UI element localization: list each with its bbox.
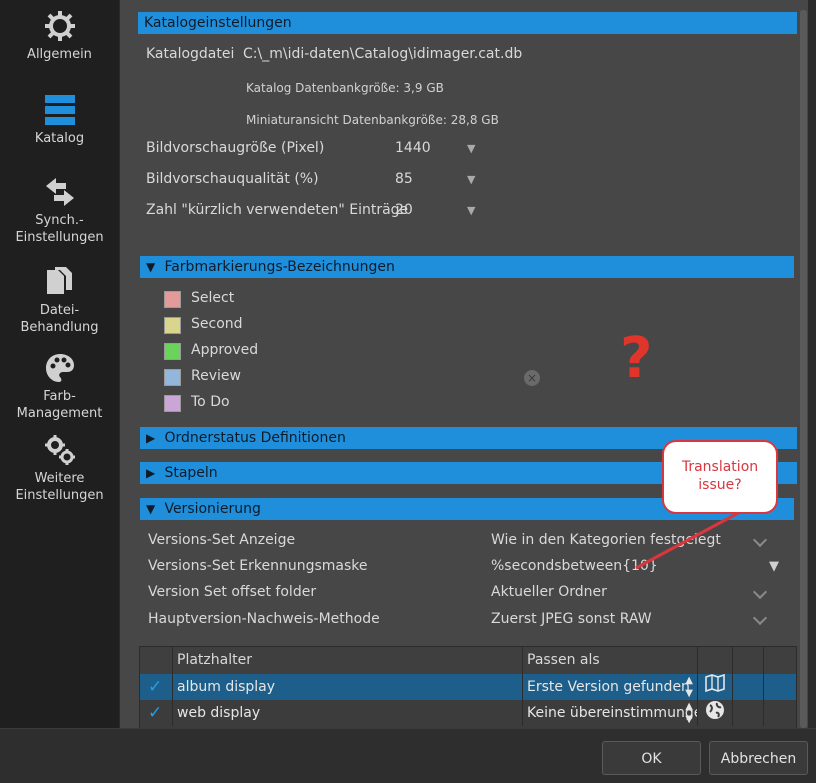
cancel-button[interactable]: Abbrechen [709, 741, 808, 775]
color-swatch-review[interactable] [164, 369, 181, 386]
match-value: Erste Version gefunden [527, 679, 690, 695]
caret-down-icon[interactable]: ▼ [467, 142, 475, 155]
table-header-match[interactable]: Passen als [523, 647, 698, 674]
sidebar-item-label: Katalog [34, 131, 85, 146]
question-mark-annotation: ? [620, 326, 653, 391]
version-set-mask-label: Versions-Set Erkennungsmaske [148, 558, 368, 574]
sidebar-item-farb[interactable]: Farb- Management [0, 352, 119, 422]
color-label-review[interactable]: Review [191, 368, 241, 384]
vertical-scrollbar[interactable] [800, 10, 807, 728]
section-header-color-labels[interactable]: ▼ Farbmarkierungs-Bezeichnungen [140, 256, 794, 278]
ok-button[interactable]: OK [602, 741, 701, 775]
section-header-catalog[interactable]: Katalogeinstellungen [138, 12, 797, 34]
color-label-todo[interactable]: To Do [191, 394, 230, 410]
catalog-file-path: C:\_m\idi-daten\Catalog\idimager.cat.db [243, 46, 523, 62]
album-icon[interactable] [698, 674, 733, 700]
section-title: Versionierung [164, 501, 261, 517]
version-offset-folder-value[interactable]: Aktueller Ordner [491, 584, 607, 600]
caret-down-icon[interactable]: ▼ [467, 204, 475, 217]
color-label-approved[interactable]: Approved [191, 342, 258, 358]
close-icon: × [524, 370, 540, 386]
sidebar-item-label: Weitere Einstellungen [15, 471, 104, 503]
table-header-icon[interactable] [698, 647, 733, 674]
catalog-icon [44, 95, 75, 125]
table-header-check[interactable] [140, 647, 173, 674]
triangle-down-icon: ▼ [146, 260, 156, 274]
gear-icon [44, 11, 75, 41]
triangle-right-icon: ▶ [146, 466, 156, 480]
sidebar-item-katalog[interactable]: Katalog [0, 94, 119, 147]
preferences-dialog: Allgemein Katalog Synch.- Einstellungen … [0, 0, 816, 783]
table-cell-empty [764, 700, 796, 726]
updown-icon[interactable]: ▲ ▼ [685, 700, 693, 726]
gears-icon [44, 435, 75, 465]
color-label-second[interactable]: Second [191, 316, 243, 332]
recent-entries-label: Zahl "kürzlich verwendeten" Einträge [146, 202, 409, 218]
catalog-db-size: Katalog Datenbankgröße: 3,9 GB [246, 81, 444, 95]
preview-quality-value[interactable]: 85 [395, 171, 413, 187]
table-cell-empty [764, 674, 796, 700]
sidebar-item-label: Synch.- Einstellungen [15, 213, 104, 245]
triangle-right-icon: ▶ [146, 431, 156, 445]
globe-icon[interactable] [698, 700, 733, 726]
table-cell-empty [733, 700, 764, 726]
sync-icon [45, 178, 74, 206]
table-header-extra[interactable] [764, 647, 796, 674]
table-cell-empty [733, 674, 764, 700]
file-icon [46, 267, 72, 294]
updown-icon[interactable]: ▲ ▼ [685, 674, 693, 700]
recent-entries-value[interactable]: 20 [395, 202, 413, 218]
checkmark-icon[interactable]: ✓ [140, 674, 173, 700]
sidebar-item-label: Datei- Behandlung [20, 303, 99, 335]
match-select[interactable]: Erste Version gefunden ▲ ▼ [523, 674, 698, 700]
placeholder-name: web display [173, 700, 523, 726]
checkmark-icon[interactable]: ✓ [140, 700, 173, 726]
main-version-method-label: Hauptversion-Nachweis-Methode [148, 611, 380, 627]
color-swatch-second[interactable] [164, 317, 181, 334]
placeholder-name: album display [173, 674, 523, 700]
main-version-method-value[interactable]: Zuerst JPEG sonst RAW [491, 611, 652, 627]
version-offset-folder-label: Version Set offset folder [148, 584, 317, 600]
version-set-display-label: Versions-Set Anzeige [148, 532, 296, 548]
section-title: Farbmarkierungs-Bezeichnungen [164, 259, 395, 275]
sidebar-item-label: Allgemein [27, 47, 92, 62]
sidebar-item-weitere[interactable]: Weitere Einstellungen [0, 434, 119, 504]
sidebar-item-label: Farb- Management [16, 389, 103, 421]
color-swatch-select[interactable] [164, 291, 181, 308]
annotation-callout: Translation issue? [662, 440, 778, 514]
thumbnail-db-size: Miniaturansicht Datenbankgröße: 28,8 GB [246, 113, 499, 127]
preview-size-value[interactable]: 1440 [395, 140, 431, 156]
caret-down-icon[interactable]: ▼ [467, 173, 475, 186]
sidebar-item-allgemein[interactable]: Allgemein [0, 10, 119, 63]
catalog-file-label: Katalogdatei [146, 46, 235, 62]
section-title: Katalogeinstellungen [144, 15, 292, 31]
sidebar-item-datei[interactable]: Datei- Behandlung [0, 266, 119, 336]
table-row[interactable]: ✓ album display Erste Version gefunden ▲… [140, 674, 796, 700]
placeholder-table: Platzhalter Passen als ✓ album display E… [139, 646, 797, 730]
preview-size-label: Bildvorschaugröße (Pixel) [146, 140, 325, 156]
table-header-placeholder[interactable]: Platzhalter [173, 647, 523, 674]
section-title: Ordnerstatus Definitionen [164, 430, 346, 446]
color-label-select[interactable]: Select [191, 290, 234, 306]
palette-icon [45, 354, 74, 382]
section-title: Stapeln [164, 465, 218, 481]
preview-quality-label: Bildvorschauqualität (%) [146, 171, 319, 187]
sidebar: Allgemein Katalog Synch.- Einstellungen … [0, 0, 119, 728]
table-header-extra[interactable] [733, 647, 764, 674]
match-select[interactable]: Keine übereinstimmunge ▲ ▼ [523, 700, 698, 726]
sidebar-item-synch[interactable]: Synch.- Einstellungen [0, 176, 119, 246]
triangle-down-icon: ▼ [146, 502, 156, 516]
color-swatch-approved[interactable] [164, 343, 181, 360]
color-swatch-todo[interactable] [164, 395, 181, 412]
table-row[interactable]: ✓ web display Keine übereinstimmunge ▲ ▼ [140, 700, 796, 726]
match-value: Keine übereinstimmunge [527, 705, 698, 721]
